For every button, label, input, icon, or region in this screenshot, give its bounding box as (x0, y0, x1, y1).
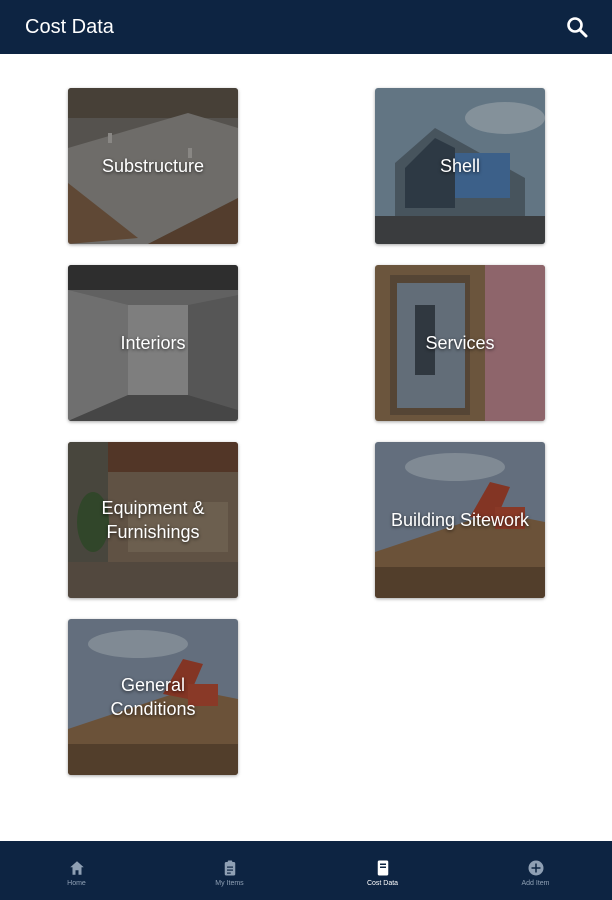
nav-label: Cost Data (366, 879, 399, 887)
home-icon (69, 860, 84, 875)
category-label: Equipment & Furnishings (101, 498, 205, 542)
category-tile-equipment-furnishings[interactable]: Equipment & Furnishings (68, 442, 238, 598)
nav-item-cost-data[interactable]: Cost Data (306, 841, 459, 900)
category-tile-substructure[interactable]: Substructure (68, 88, 238, 244)
nav-item-add-item[interactable]: Add Item (459, 841, 612, 900)
category-tile-shell[interactable]: Shell (375, 88, 545, 244)
category-tile-building-sitework[interactable]: Building Sitework (375, 442, 545, 598)
nav-label: My Items (215, 879, 244, 887)
nav-label: Home (67, 879, 86, 887)
category-label: Building Sitework (390, 510, 530, 530)
category-tile-interiors[interactable]: Interiors (68, 265, 238, 421)
nav-item-home[interactable]: Home (0, 841, 153, 900)
category-label: Shell (439, 156, 481, 176)
category-tile-general-conditions[interactable]: General Conditions (68, 619, 238, 775)
nav-label: Add Item (521, 879, 550, 887)
clipboard-icon (224, 860, 235, 875)
category-grid: Substructure Shell Interiors Services Eq… (0, 0, 612, 900)
category-label: General Conditions (110, 675, 196, 719)
book-icon (377, 860, 388, 875)
add-circle-icon (528, 860, 543, 875)
category-tile-services[interactable]: Services (375, 265, 545, 421)
category-label: Substructure (101, 156, 205, 176)
category-label: Services (425, 333, 495, 353)
category-label: Interiors (120, 333, 186, 353)
bottom-nav: Home My Items Cost Data Add Item (0, 841, 612, 900)
nav-item-my-items[interactable]: My Items (153, 841, 306, 900)
